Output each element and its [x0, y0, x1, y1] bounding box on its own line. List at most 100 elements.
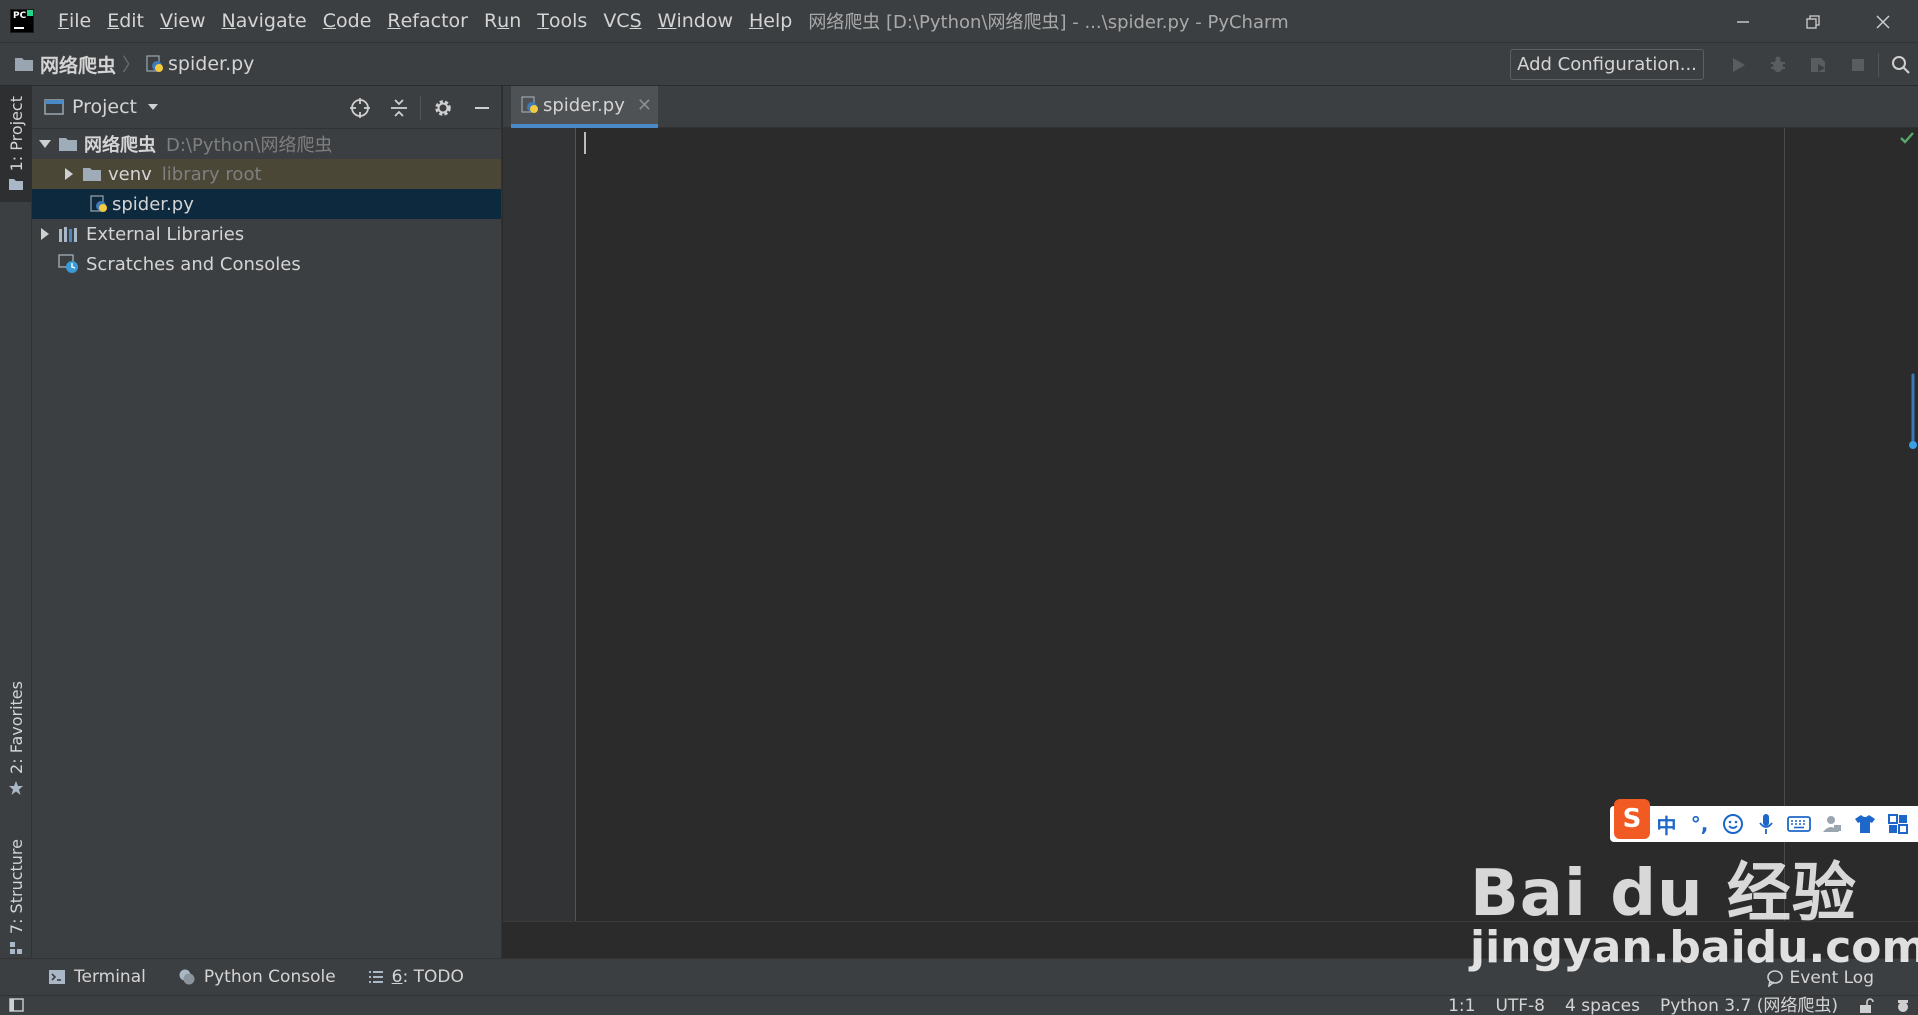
menu-code[interactable]: Code — [315, 0, 380, 42]
todo-tool-tab[interactable]: 6: TODO — [368, 967, 464, 987]
ime-skin-button[interactable] — [1848, 806, 1881, 842]
tree-item-label: 网络爬虫 — [84, 135, 156, 156]
tree-item-label: venv — [108, 163, 152, 185]
lock-icon[interactable] — [1858, 998, 1874, 1014]
window-title: 网络爬虫 [D:\Python\网络爬虫] - ...\spider.py - … — [808, 12, 1289, 33]
collapse-all-button[interactable] — [379, 86, 418, 129]
title-bar: PC File Edit View Navigate Code Refactor… — [0, 0, 1918, 43]
python-console-tool-tab[interactable]: Python Console — [178, 967, 336, 987]
stop-icon — [1852, 58, 1864, 71]
status-bar: 1:1 UTF-8 4 spaces Python 3.7 (网络爬虫) — [0, 995, 1918, 1015]
left-tool-strip: 1: Project 2: Favorites 7: Structure — [0, 86, 32, 958]
tree-item-label: spider.py — [112, 193, 194, 215]
library-icon — [58, 225, 80, 243]
menu-window[interactable]: Window — [650, 0, 741, 42]
editor-scrollbar[interactable] — [1908, 373, 1918, 453]
tree-item-venv[interactable]: venv library root — [32, 159, 501, 189]
toggle-tool-windows-button[interactable] — [8, 997, 26, 1013]
keyboard-icon — [1786, 816, 1811, 832]
file-encoding[interactable]: UTF-8 — [1495, 996, 1545, 1015]
folder-icon — [8, 177, 24, 191]
chevron-right-icon[interactable] — [62, 167, 76, 181]
favorites-tool-tab[interactable]: 2: Favorites — [0, 676, 32, 796]
editor-bottom-area — [503, 921, 1918, 958]
tool-windows-icon — [9, 998, 24, 1012]
project-header-tools — [340, 86, 501, 129]
terminal-label: Terminal — [74, 967, 146, 987]
code-editor[interactable] — [577, 128, 1918, 921]
tshirt-icon — [1854, 815, 1875, 833]
restore-icon — [1806, 14, 1820, 29]
caret-position[interactable]: 1:1 — [1448, 996, 1475, 1015]
debug-button[interactable] — [1758, 43, 1798, 86]
structure-tool-tab[interactable]: 7: Structure — [0, 826, 32, 956]
terminal-tool-tab[interactable]: Terminal — [48, 967, 146, 987]
ime-punctuation-toggle[interactable]: °, — [1683, 806, 1716, 842]
ime-keyboard-button[interactable] — [1782, 806, 1815, 842]
sogou-logo-icon[interactable]: S — [1614, 799, 1650, 839]
menu-refactor[interactable]: Refactor — [379, 0, 476, 42]
tree-item-hint: library root — [161, 163, 262, 185]
indent-setting[interactable]: 4 spaces — [1565, 996, 1640, 1015]
tool-window-bar: Terminal Python Console 6: TODO Event Lo… — [0, 958, 1918, 995]
chevron-down-icon[interactable] — [38, 137, 52, 151]
logo-text: PC — [13, 11, 27, 21]
search-icon — [1892, 55, 1910, 74]
microphone-icon — [1758, 814, 1773, 834]
settings-button[interactable] — [423, 86, 462, 129]
run-with-coverage-button[interactable] — [1798, 43, 1838, 86]
close-window-button[interactable] — [1848, 0, 1918, 43]
event-log-tool-tab[interactable]: Event Log — [1766, 959, 1874, 996]
coverage-icon — [1811, 57, 1825, 72]
tab-spider-py[interactable]: spider.py ✕ — [511, 86, 658, 128]
menu-view[interactable]: View — [152, 0, 214, 42]
python-interpreter[interactable]: Python 3.7 (网络爬虫) — [1660, 996, 1838, 1015]
ime-emoji-button[interactable] — [1716, 806, 1749, 842]
folder-icon — [14, 56, 34, 72]
menu-file[interactable]: File — [50, 0, 99, 42]
tree-item-external-libraries[interactable]: External Libraries — [32, 219, 501, 249]
breadcrumb-file[interactable]: spider.py — [146, 53, 254, 75]
search-everywhere-button[interactable] — [1884, 43, 1918, 86]
stop-button[interactable] — [1838, 43, 1878, 86]
menu-run[interactable]: Run — [476, 0, 529, 42]
python-file-icon — [146, 55, 164, 73]
add-configuration-button[interactable]: Add Configuration... — [1510, 49, 1704, 80]
ime-user-button[interactable] — [1815, 806, 1848, 842]
ime-voice-button[interactable] — [1749, 806, 1782, 842]
chevron-right-icon[interactable] — [38, 227, 52, 241]
tab-close-icon[interactable]: ✕ — [637, 95, 652, 116]
menu-navigate[interactable]: Navigate — [214, 0, 315, 42]
grid-icon — [1887, 814, 1908, 834]
ime-language-toggle[interactable]: 中 — [1650, 806, 1683, 842]
ime-toolbox-button[interactable] — [1881, 806, 1914, 842]
project-view-selector[interactable]: Project — [44, 96, 159, 118]
breadcrumb-project[interactable]: 网络爬虫 — [14, 51, 116, 78]
project-window-icon — [44, 98, 64, 116]
locate-file-button[interactable] — [340, 86, 379, 129]
speech-bubble-icon — [1766, 969, 1784, 987]
minimize-icon — [1737, 20, 1749, 23]
tree-item-label: Scratches and Consoles — [86, 253, 301, 275]
folder-icon — [58, 136, 78, 152]
minimize-button[interactable] — [1708, 0, 1778, 43]
folder-icon — [82, 166, 102, 182]
tree-item-project-root[interactable]: 网络爬虫 D:\Python\网络爬虫 — [32, 129, 501, 159]
menu-tools[interactable]: Tools — [529, 0, 595, 42]
hide-panel-button[interactable] — [462, 86, 501, 129]
structure-tool-tab-label: 7: Structure — [6, 838, 26, 934]
run-icon — [1733, 57, 1745, 72]
menu-edit[interactable]: Edit — [99, 0, 152, 42]
menu-vcs[interactable]: VC S — [595, 0, 649, 42]
ime-toolbar: S 中 °, — [1610, 799, 1918, 842]
tree-item-spider-py[interactable]: spider.py — [32, 189, 501, 219]
tree-item-scratches[interactable]: Scratches and Consoles — [32, 249, 501, 279]
inspection-ok-icon[interactable] — [1899, 130, 1915, 146]
inspector-icon[interactable] — [1894, 998, 1912, 1014]
restore-button[interactable] — [1778, 0, 1848, 43]
smiley-icon — [1722, 814, 1743, 834]
project-panel-header: Project — [32, 86, 501, 129]
run-button[interactable] — [1718, 43, 1758, 86]
project-tool-tab[interactable]: 1: Project — [0, 86, 32, 202]
menu-help[interactable]: Help — [741, 0, 800, 42]
